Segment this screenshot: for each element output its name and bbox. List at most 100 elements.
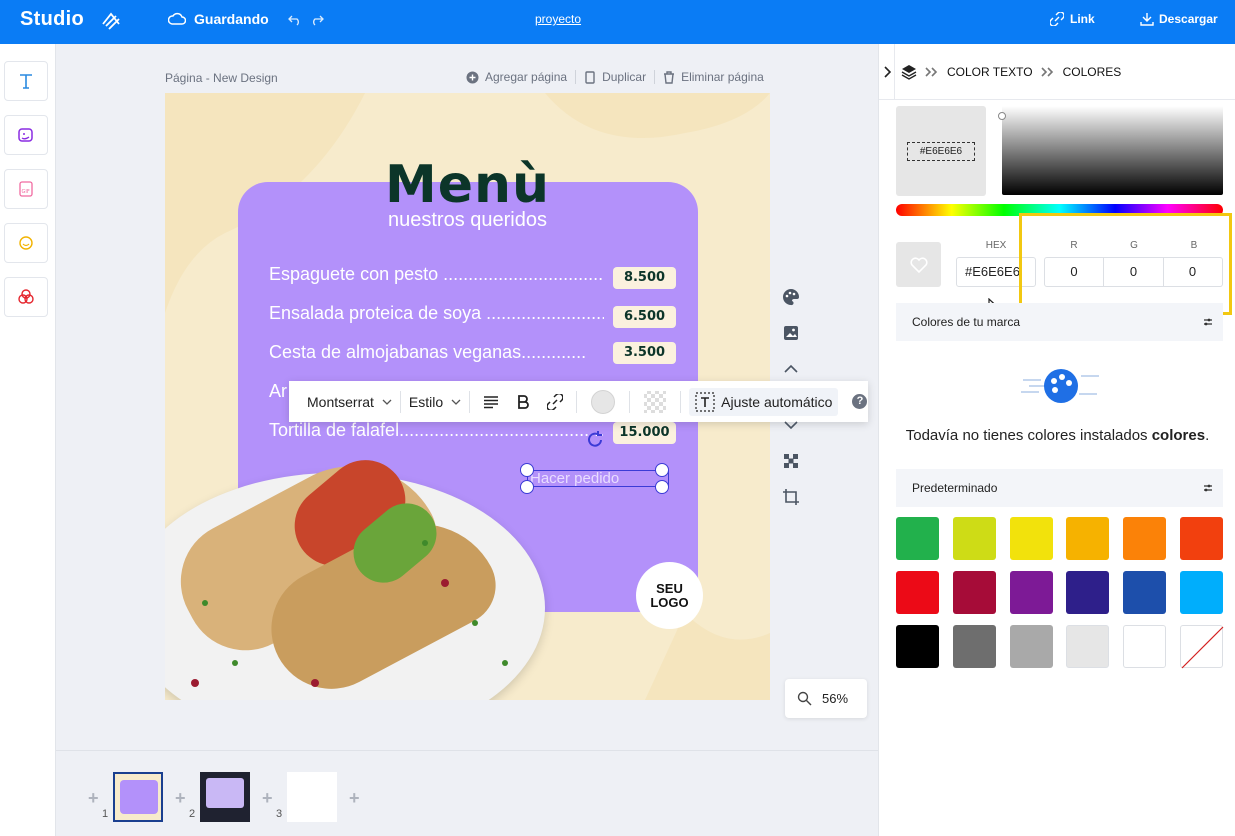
font-select[interactable]: Montserrat — [307, 394, 392, 410]
saturation-picker[interactable] — [998, 106, 1223, 195]
chevron-down-icon[interactable] — [782, 416, 800, 434]
emoji-tool[interactable] — [4, 223, 48, 263]
layers-icon[interactable] — [901, 64, 917, 80]
empty-text-suffix: . — [1205, 427, 1210, 444]
download-button[interactable]: Descargar — [1140, 12, 1218, 26]
breadcrumb-item[interactable]: COLORES — [1063, 65, 1122, 79]
page-thumbnail-2[interactable] — [200, 772, 250, 822]
logo-line: SEU — [656, 580, 683, 596]
add-page-icon[interactable]: + — [262, 788, 273, 809]
color-swatch[interactable] — [952, 625, 996, 668]
collapse-panel-button[interactable] — [879, 44, 895, 100]
gif-icon: GIF — [19, 181, 33, 197]
default-colors-section[interactable]: Predeterminado — [896, 469, 1223, 507]
image-tool[interactable] — [4, 115, 48, 155]
resize-handle[interactable] — [520, 480, 534, 494]
herb-garnish — [191, 540, 508, 687]
page-thumbnail-3[interactable] — [287, 772, 337, 822]
palette-icon[interactable] — [782, 288, 800, 306]
color-swatch[interactable] — [1009, 625, 1053, 668]
position-icon[interactable] — [782, 452, 800, 470]
link-button[interactable] — [542, 389, 568, 415]
brand-colors-section[interactable]: Colores de tu marca — [896, 303, 1223, 341]
color-swatch[interactable] — [1123, 571, 1167, 614]
duplicate-button[interactable]: Duplicar — [584, 70, 646, 84]
settings-sliders-icon[interactable] — [1203, 483, 1213, 493]
crop-icon[interactable] — [782, 488, 800, 506]
color-swatch[interactable] — [1180, 571, 1223, 614]
color-swatch[interactable] — [1066, 571, 1110, 614]
add-page-button[interactable]: Agregar página — [466, 70, 567, 84]
menu-subtitle[interactable]: nuestros queridos — [165, 209, 770, 232]
menu-price[interactable]: 15.000 — [613, 422, 676, 444]
heart-icon — [909, 256, 928, 273]
color-swatch[interactable] — [1066, 625, 1110, 668]
redo-icon[interactable] — [310, 12, 324, 26]
menu-item[interactable]: Ensalada proteica de soya ..............… — [269, 303, 604, 324]
align-button[interactable] — [478, 389, 504, 415]
resize-handle[interactable] — [655, 463, 669, 477]
add-page-label: Agregar página — [485, 70, 568, 84]
style-select[interactable]: Estilo — [409, 394, 461, 410]
color-swatch[interactable] — [952, 517, 996, 560]
menu-price[interactable]: 8.500 — [613, 267, 676, 289]
link-button[interactable]: Link — [1050, 12, 1095, 26]
menu-price[interactable]: 6.500 — [613, 306, 676, 328]
color-swatch[interactable] — [896, 625, 939, 668]
logo-placeholder[interactable]: SEU LOGO — [636, 562, 703, 629]
divider — [399, 390, 401, 413]
copy-icon — [585, 70, 595, 84]
text-tool[interactable] — [4, 61, 48, 101]
shapes-tool[interactable] — [4, 277, 48, 317]
left-toolbar: GIF — [0, 44, 56, 836]
empty-text-prefix: Todavía no tienes colores instalados — [905, 427, 1152, 444]
resize-handle[interactable] — [655, 480, 669, 494]
project-name[interactable]: proyecto — [535, 12, 581, 26]
color-swatch[interactable] — [1180, 517, 1223, 560]
menu-price[interactable]: 3.500 — [613, 342, 676, 364]
rotate-icon[interactable] — [586, 430, 606, 450]
help-icon[interactable]: ? — [852, 394, 868, 409]
picker-handle[interactable] — [998, 112, 1006, 120]
favorite-button[interactable] — [896, 242, 941, 287]
delete-page-button[interactable]: Eliminar página — [663, 70, 764, 84]
color-swatch[interactable] — [1180, 625, 1224, 669]
cloud-sync-icon — [168, 12, 186, 25]
gif-tool[interactable]: GIF — [4, 169, 48, 209]
bold-button[interactable] — [510, 389, 536, 415]
transparency-button[interactable] — [644, 390, 667, 413]
chevron-up-icon[interactable] — [782, 360, 800, 378]
color-swatch[interactable] — [1123, 625, 1167, 668]
color-swatch[interactable] — [952, 571, 996, 614]
style-label: Estilo — [408, 393, 444, 410]
color-swatch[interactable] — [1066, 517, 1110, 560]
download-icon — [1140, 13, 1154, 26]
menu-item[interactable]: Espaguete con pesto ....................… — [269, 264, 604, 285]
add-page-icon[interactable]: + — [349, 788, 360, 809]
color-swatch[interactable] — [1009, 571, 1053, 614]
color-swatch[interactable] — [896, 517, 939, 560]
order-text-box[interactable]: Hacer pedido — [527, 470, 669, 487]
add-page-icon[interactable]: + — [88, 788, 99, 809]
color-swatch[interactable] — [1123, 517, 1167, 560]
breadcrumb-item[interactable]: COLOR TEXTO — [947, 65, 1033, 79]
saving-status: Guardando — [168, 11, 269, 27]
undo-icon[interactable] — [288, 12, 302, 26]
divider — [654, 70, 656, 84]
menu-item[interactable]: Cesta de almojabanas veganas............… — [269, 342, 604, 363]
resize-handle[interactable] — [520, 463, 534, 477]
text-color-swatch[interactable] — [591, 389, 616, 414]
page-number: 2 — [189, 808, 196, 820]
add-page-icon[interactable]: + — [175, 788, 186, 809]
page-thumbnail-1[interactable] — [113, 772, 163, 822]
page-title: Página - New Design — [165, 71, 278, 85]
image-icon[interactable] — [782, 324, 800, 342]
auto-fit-button[interactable]: Ajuste automático — [689, 387, 839, 416]
settings-sliders-icon[interactable] — [1203, 317, 1213, 327]
menu-item[interactable]: Tortilla de falafel.....................… — [269, 420, 604, 441]
color-swatch[interactable] — [896, 571, 939, 614]
zoom-control[interactable]: 56% — [785, 679, 867, 718]
divider — [576, 390, 578, 413]
color-swatch[interactable] — [1009, 517, 1053, 560]
menu-title[interactable]: Menù — [165, 155, 770, 215]
